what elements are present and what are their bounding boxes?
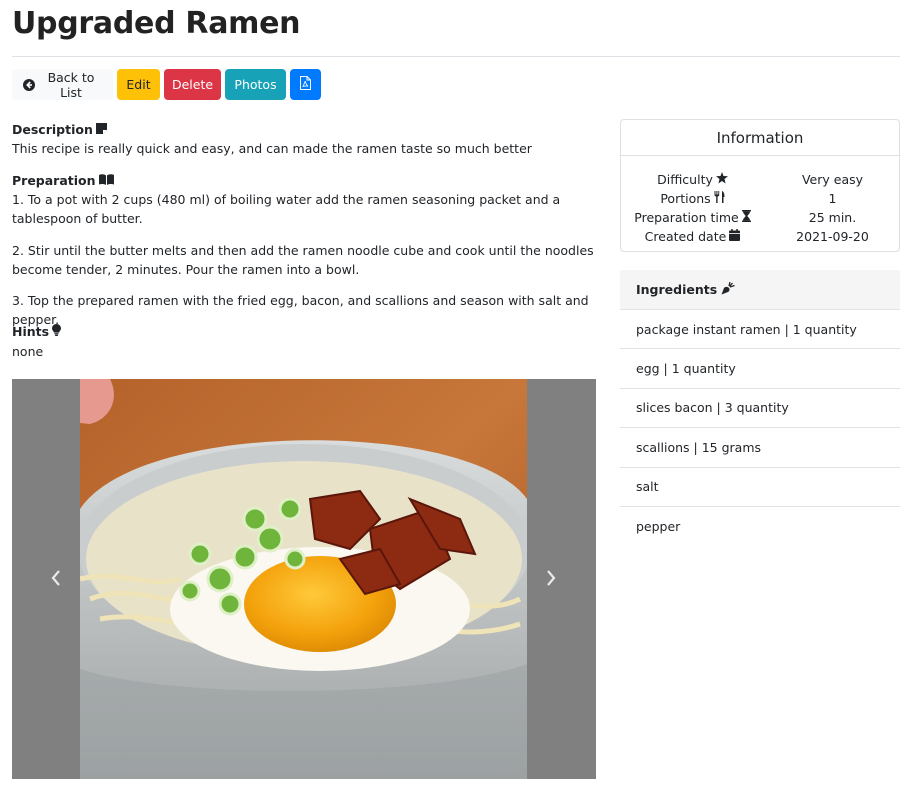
ingredient-item: pepper: [636, 519, 681, 535]
sticky-note-icon: [95, 122, 107, 137]
info-value: Very easy: [801, 172, 864, 187]
preparation-heading: Preparation: [12, 173, 114, 188]
photos-button[interactable]: Photos: [225, 69, 286, 100]
star-icon: [715, 172, 728, 187]
preparation-heading-label: Preparation: [12, 173, 96, 188]
preparation-step: 1. To a pot with 2 cups (480 ml) of boil…: [12, 192, 561, 226]
description-heading: Description: [12, 122, 107, 137]
book-open-icon: [98, 173, 114, 188]
arrow-circle-left-icon: [23, 78, 35, 91]
information-table: Difficulty Very easy Portions 1 Preparat…: [621, 170, 901, 246]
hints-text: none: [12, 344, 44, 359]
calendar-icon: [729, 229, 741, 244]
ramen-photo: [80, 379, 527, 779]
carousel-prev-button[interactable]: [44, 567, 68, 591]
information-heading: Information: [621, 120, 899, 156]
chevron-left-icon: [50, 569, 62, 589]
delete-button[interactable]: Delete: [164, 69, 221, 100]
carousel-next-button[interactable]: [539, 567, 563, 591]
recipe-page: Upgraded Ramen Back to List Edit Delete …: [0, 0, 912, 797]
page-title: Upgraded Ramen: [12, 6, 301, 41]
info-label: Preparation time: [634, 210, 739, 225]
utensils-icon: [714, 191, 725, 206]
info-value: 25 min.: [808, 210, 857, 225]
info-row-created-date: Created date 2021-09-20: [621, 227, 901, 246]
lightbulb-icon: [52, 324, 62, 339]
chevron-right-icon: [545, 569, 557, 589]
carrot-icon: [721, 281, 735, 298]
info-row-portions: Portions 1: [621, 189, 901, 208]
info-label: Created date: [644, 229, 727, 244]
information-card: Information Difficulty Very easy Portion…: [620, 119, 900, 252]
back-to-list-button[interactable]: Back to List: [12, 69, 113, 100]
ingredient-item: package instant ramen | 1 quantity: [620, 310, 900, 350]
ingredients-heading: Ingredients: [620, 270, 900, 310]
info-row-preparation-time: Preparation time 25 min.: [621, 208, 901, 227]
description-heading-label: Description: [12, 122, 93, 137]
info-value: 1: [828, 191, 837, 206]
back-to-list-label: Back to List: [47, 69, 95, 100]
description-text: This recipe is really quick and easy, an…: [12, 141, 532, 156]
info-label: Difficulty: [657, 172, 713, 187]
ingredient-item: scallions | 15 grams: [620, 428, 900, 468]
ingredients-list: Ingredients package instant ramen | 1 qu…: [620, 270, 900, 546]
info-label: Portions: [660, 191, 711, 206]
info-value: 2021-09-20: [796, 229, 869, 244]
preparation-step: 3. Top the prepared ramen with the fried…: [12, 293, 589, 327]
preparation-step: 2. Stir until the butter melts and then …: [12, 243, 594, 277]
pdf-button[interactable]: [290, 69, 321, 100]
hourglass-icon: [741, 210, 751, 225]
info-row-difficulty: Difficulty Very easy: [621, 170, 901, 189]
title-divider: [12, 56, 900, 57]
ingredient-item: salt: [620, 468, 900, 507]
photo-carousel[interactable]: [12, 379, 596, 779]
ingredient-item: slices bacon | 3 quantity: [620, 389, 900, 429]
ingredients-heading-label: Ingredients: [636, 282, 718, 297]
file-pdf-icon: [300, 76, 311, 93]
action-toolbar: Back to List Edit Delete Photos: [12, 69, 321, 100]
edit-button[interactable]: Edit: [117, 69, 160, 100]
ingredient-item: egg | 1 quantity: [620, 349, 900, 389]
hints-heading: Hints: [12, 324, 62, 339]
hints-heading-label: Hints: [12, 324, 50, 339]
